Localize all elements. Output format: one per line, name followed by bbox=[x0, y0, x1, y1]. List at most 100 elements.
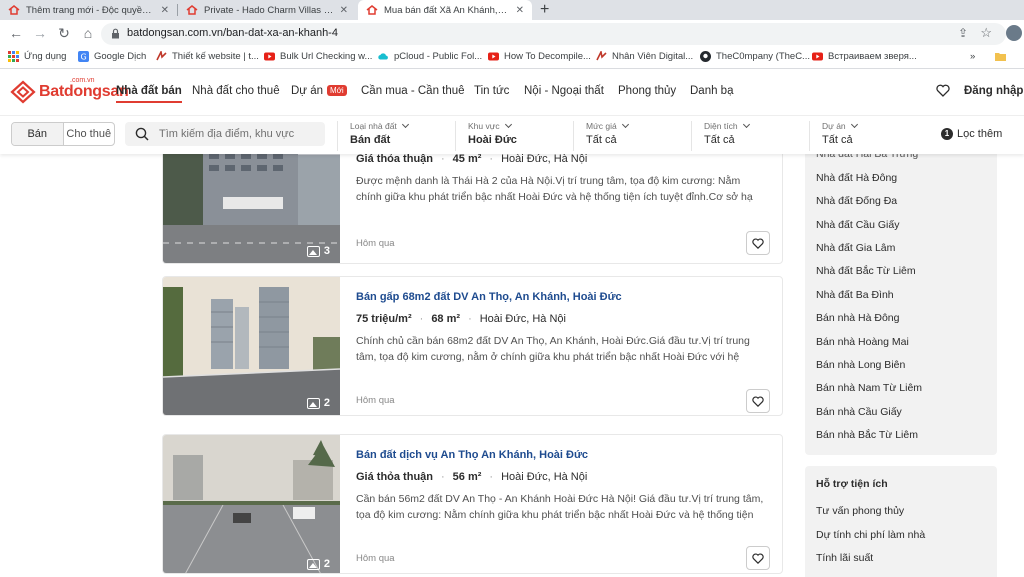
save-listing-button[interactable] bbox=[746, 231, 770, 255]
listing-card[interactable]: 2 Bán gấp 68m2 đất DV An Thọ, An Khánh, … bbox=[162, 276, 783, 416]
listing-date: Hôm qua bbox=[356, 238, 395, 249]
nav-du-an[interactable]: Dự án Mới bbox=[291, 85, 347, 97]
sidebar-link[interactable]: Nhà đất Đống Đa bbox=[816, 195, 897, 207]
svg-text:G: G bbox=[81, 53, 87, 62]
save-listing-button[interactable] bbox=[746, 546, 770, 570]
sidebar-link[interactable]: Bán nhà Nam Từ Liêm bbox=[816, 382, 922, 394]
sidebar-link[interactable]: Bán nhà Cầu Giấy bbox=[816, 406, 902, 418]
filter-label: Mức giá bbox=[586, 121, 617, 131]
sidebar-link[interactable]: Nhà đất Hà Đông bbox=[816, 172, 897, 184]
youtube-icon bbox=[812, 52, 823, 61]
support-link[interactable]: Tính lãi suất bbox=[816, 552, 873, 564]
bookmark-item[interactable]: Thiết kế website | t... bbox=[156, 51, 259, 62]
more-filters-button[interactable]: 1 Lọc thêm bbox=[941, 128, 1002, 140]
url-text: batdongsan.com.vn/ban-dat-xa-an-khanh-4 bbox=[127, 27, 338, 39]
listing-card[interactable]: 2 Bán đất dịch vụ An Thọ An Khánh, Hoài … bbox=[162, 434, 783, 574]
nav-nha-dat-cho-thue[interactable]: Nhà đất cho thuê bbox=[192, 85, 280, 97]
batdongsan-favicon-icon bbox=[366, 5, 378, 15]
pcloud-icon bbox=[378, 53, 388, 60]
nav-tin-tuc[interactable]: Tin tức bbox=[474, 85, 509, 97]
bookmark-label: Nhân Viên Digital... bbox=[612, 51, 694, 62]
browser-tab-active[interactable]: Mua bán đất Xã An Khánh, Huyệ ✕ bbox=[358, 0, 532, 20]
sidebar-links-box: Nhà đất Hai Bà Trưng Nhà đất Hà Đông Nhà… bbox=[805, 138, 997, 455]
listing-price: Giá thỏa thuận bbox=[356, 471, 433, 483]
photo-count-badge: 2 bbox=[306, 397, 330, 409]
heart-icon bbox=[752, 395, 764, 407]
listing-title[interactable]: Bán đất dịch vụ An Thọ An Khánh, Hoài Đứ… bbox=[356, 449, 588, 461]
reload-icon[interactable]: ↻ bbox=[56, 25, 72, 41]
listing-date: Hôm qua bbox=[356, 395, 395, 406]
nav-noi-ngoai-that[interactable]: Nội - Ngoại thất bbox=[524, 85, 604, 97]
nav-du-an-label: Dự án bbox=[291, 85, 323, 97]
youtube-icon bbox=[264, 52, 275, 61]
tab-title: Private - Hado Charm Villas - Độc bbox=[204, 4, 334, 16]
listing-price: 75 triệu/m² bbox=[356, 313, 412, 325]
bookmark-item[interactable]: Ứng dụng bbox=[8, 51, 66, 62]
sidebar-link[interactable]: Nhà đất Cầu Giấy bbox=[816, 219, 899, 231]
profile-avatar[interactable] bbox=[1006, 25, 1022, 41]
sidebar-link[interactable]: Bán nhà Hà Đông bbox=[816, 312, 899, 324]
back-icon[interactable]: ← bbox=[8, 25, 24, 41]
sidebar-link[interactable]: Nhà đất Gia Lâm bbox=[816, 242, 895, 254]
bookmark-label: TheC0mpany (TheC... bbox=[716, 51, 810, 62]
filter-value: Hoài Đức bbox=[468, 134, 517, 146]
google-translate-icon: G bbox=[78, 51, 89, 62]
star-icon[interactable]: ☆ bbox=[980, 25, 992, 41]
address-bar[interactable]: batdongsan.com.vn/ban-dat-xa-an-khanh-4 … bbox=[101, 23, 1006, 45]
mode-buy-tab[interactable]: Bán bbox=[12, 123, 63, 145]
new-tab-icon[interactable]: + bbox=[540, 1, 549, 19]
filter-area[interactable]: Khu vực Hoài Đức bbox=[455, 120, 567, 151]
sidebar-link[interactable]: Nhà đất Ba Đình bbox=[816, 289, 894, 301]
nav-nha-dat-ban[interactable]: Nhà đất bán bbox=[116, 85, 182, 103]
filter-price[interactable]: Mức giá Tất cả bbox=[573, 120, 685, 151]
photo-count: 2 bbox=[323, 558, 330, 570]
support-link[interactable]: Dự tính chi phí làm nhà bbox=[816, 529, 925, 541]
filter-project[interactable]: Dự án Tất cả bbox=[809, 120, 921, 151]
more-filters-label: Lọc thêm bbox=[957, 128, 1003, 140]
nav-danh-ba[interactable]: Danh bạ bbox=[690, 85, 733, 97]
listing-photo[interactable]: 2 bbox=[163, 277, 340, 415]
close-icon[interactable]: ✕ bbox=[161, 5, 169, 16]
location-search-input[interactable]: Tìm kiếm địa điểm, khu vực bbox=[125, 122, 325, 146]
home-icon[interactable]: ⌂ bbox=[80, 25, 96, 41]
browser-tab[interactable]: Private - Hado Charm Villas - Độc ✕ bbox=[178, 0, 356, 20]
close-icon[interactable]: ✕ bbox=[516, 5, 524, 16]
share-icon[interactable]: ⇪ bbox=[958, 26, 968, 40]
listing-photo[interactable]: 2 bbox=[163, 435, 340, 573]
batdongsan-favicon-icon bbox=[186, 5, 198, 15]
listing-location: Hoài Đức, Hà Nội bbox=[501, 471, 588, 483]
forward-icon[interactable]: → bbox=[32, 25, 48, 41]
brand-tld: .com.vn bbox=[70, 77, 95, 84]
sidebar-link[interactable]: Nhà đất Bắc Từ Liêm bbox=[816, 265, 916, 277]
sidebar-link[interactable]: Bán nhà Hoàng Mai bbox=[816, 336, 909, 348]
buy-rent-toggle: Bán Cho thuê bbox=[11, 122, 115, 146]
filter-size[interactable]: Diện tích Tất cả bbox=[691, 120, 803, 151]
nav-phong-thuy[interactable]: Phong thủy bbox=[618, 85, 676, 97]
browser-tab[interactable]: Thêm trang mới - Độc quyền phá ✕ bbox=[0, 0, 177, 20]
bookmark-item[interactable]: pCloud - Public Fol... bbox=[378, 51, 482, 62]
bookmarks-overflow-button[interactable]: » bbox=[970, 51, 975, 62]
filter-property-type[interactable]: Loại nhà đất Bán đất bbox=[337, 120, 449, 151]
heart-icon[interactable] bbox=[936, 84, 950, 97]
bookmark-folder[interactable] bbox=[995, 51, 1011, 62]
mode-rent-tab[interactable]: Cho thuê bbox=[64, 123, 115, 145]
nav-can-mua-can-thue[interactable]: Cần mua - Cần thuê bbox=[361, 85, 465, 97]
listing-description: Chính chủ cần bán 68m2 đất DV An Thọ, An… bbox=[356, 335, 750, 363]
sidebar-link[interactable]: Bán nhà Bắc Từ Liêm bbox=[816, 429, 918, 441]
support-title: Hỗ trợ tiện ích bbox=[816, 478, 888, 490]
support-link[interactable]: Tư vấn phong thủy bbox=[816, 505, 904, 517]
close-icon[interactable]: ✕ bbox=[340, 5, 348, 16]
bookmark-item[interactable]: TheC0mpany (TheC... bbox=[700, 51, 810, 62]
image-icon bbox=[306, 245, 320, 257]
bookmark-item[interactable]: Bulk Url Checking w... bbox=[264, 51, 372, 62]
listing-title[interactable]: Bán gấp 68m2 đất DV An Thọ, An Khánh, Ho… bbox=[356, 291, 622, 303]
filter-label: Diện tích bbox=[704, 121, 738, 131]
bookmark-item[interactable]: G Google Dịch bbox=[78, 51, 146, 62]
login-link[interactable]: Đăng nhập bbox=[964, 85, 1023, 97]
bookmark-item[interactable]: How To Decompile... bbox=[488, 51, 591, 62]
save-listing-button[interactable] bbox=[746, 389, 770, 413]
bookmark-item[interactable]: Встраиваем зверя... bbox=[812, 51, 917, 62]
bookmark-item[interactable]: Nhân Viên Digital... bbox=[596, 51, 693, 62]
sidebar-link[interactable]: Bán nhà Long Biên bbox=[816, 359, 905, 371]
site-logo[interactable]: Batdongsan .com.vn bbox=[10, 77, 129, 105]
